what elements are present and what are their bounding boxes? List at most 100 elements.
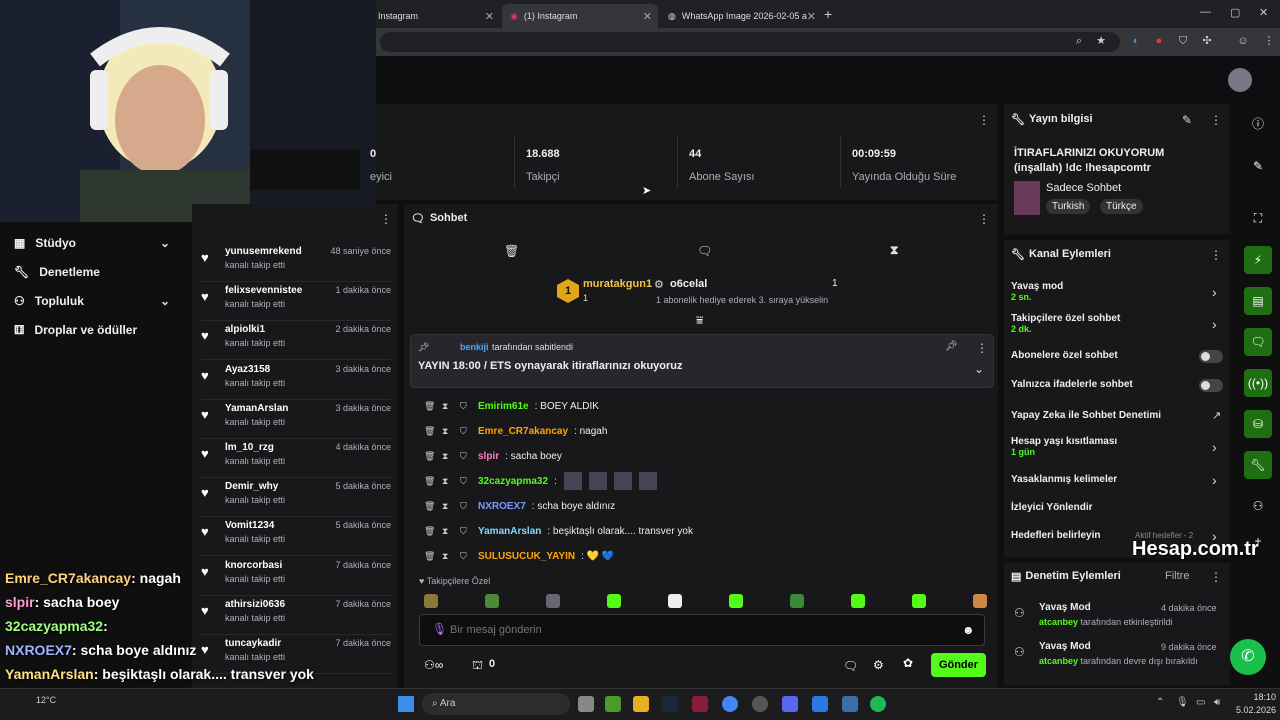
file-explorer-icon[interactable] — [633, 696, 649, 712]
trash-icon[interactable]: 🗑︎ — [424, 526, 436, 537]
wrench-icon[interactable]: 🔧︎ — [1244, 451, 1272, 479]
new-tab-button[interactable]: + — [824, 6, 832, 22]
send-button[interactable]: Gönder — [931, 653, 986, 677]
chevron-up-icon[interactable]: ⌃ — [1156, 697, 1164, 708]
gifter-name[interactable]: o6celal — [670, 278, 707, 290]
more-options-icon[interactable]: ⋮ — [1210, 113, 1222, 127]
trash-icon[interactable]: 🗑︎ — [424, 501, 436, 512]
hourglass-icon[interactable]: ⧗ — [442, 401, 454, 412]
channel-action-item[interactable]: Yavaş mod 2 sn. — [1011, 281, 1211, 302]
trash-icon[interactable]: 🗑︎ — [424, 426, 436, 437]
trash-icon[interactable]: 🗑︎ — [424, 451, 436, 462]
close-icon[interactable]: ✕ — [807, 10, 816, 23]
mod-action-user[interactable]: atcanbey — [1039, 617, 1078, 627]
hourglass-icon[interactable]: ⧗ — [442, 451, 454, 462]
activity-row[interactable]: ♥ YamanArslan kanalı takip etti 3 dakika ön… — [201, 401, 391, 439]
menu-icon[interactable]: ⋮ — [1262, 34, 1276, 48]
tag-chip[interactable]: Türkçe — [1100, 199, 1143, 214]
channel-action-item[interactable]: Yasaklanmış kelimeler — [1011, 474, 1211, 485]
tab-instagram[interactable]: Instagram ✕ — [370, 4, 500, 28]
filter-button[interactable]: Filtre — [1165, 570, 1189, 582]
activity-row[interactable]: ♥ knorcorbasi kanalı takip etti 7 dakika ön… — [201, 558, 391, 596]
emote-button[interactable] — [790, 594, 804, 608]
chat-username[interactable]: 32cazyapma32 — [478, 476, 548, 487]
obs-icon[interactable] — [752, 696, 768, 712]
follower-name[interactable]: yunusemrekend — [225, 246, 302, 257]
channel-action-item[interactable]: Takipçilere özel sohbet 2 dk. — [1011, 313, 1211, 334]
chat-bubble-icon[interactable]: 🗨︎ — [1244, 328, 1272, 356]
follower-name[interactable]: alpiolki1 — [225, 324, 265, 335]
follower-name[interactable]: tuncaykadir — [225, 638, 281, 649]
broadcast-icon[interactable]: ((•)) — [1244, 369, 1272, 397]
zoom-icon[interactable]: ⌕ — [1072, 34, 1086, 48]
tab-instagram-active[interactable]: ◉ (1) Instagram ✕ — [502, 4, 658, 28]
external-link-icon[interactable]: ↗ — [1212, 409, 1221, 422]
pinned-by-user[interactable]: benkiji — [460, 342, 489, 352]
archive-icon[interactable]: ⛁ — [1244, 410, 1272, 438]
nav-drops[interactable]: ⚅ Droplar ve ödüller — [14, 320, 137, 340]
activity-row[interactable]: ♥ Demir_why kanalı takip etti 5 dakika önce — [201, 479, 391, 518]
chrome-icon[interactable] — [722, 696, 738, 712]
extension-icon[interactable]: ◖ — [1128, 34, 1142, 48]
follower-name[interactable]: Vomit1234 — [225, 520, 274, 531]
network-icon[interactable]: ▭ — [1196, 697, 1205, 708]
chat-bubble-icon[interactable]: 🗨︎ — [843, 659, 858, 673]
mod-action-user[interactable]: atcanbey — [1039, 656, 1078, 666]
gear-icon[interactable]: ⚙︎ — [873, 658, 884, 672]
document-icon[interactable]: ▤ — [1244, 287, 1272, 315]
maximize-button[interactable]: ▢ — [1230, 6, 1240, 19]
microphone-icon[interactable]: 🎙︎ — [1176, 697, 1189, 708]
emoji-icon[interactable]: ☻ — [962, 623, 975, 637]
emote-button[interactable] — [668, 594, 682, 608]
extension-icon[interactable]: ● — [1152, 34, 1166, 48]
close-icon[interactable]: ✕ — [643, 10, 652, 23]
follower-name[interactable]: lm_10_rzg — [225, 442, 274, 453]
activity-row[interactable]: ♥ lm_10_rzg kanalı takip etti 4 dakika önce — [201, 440, 391, 478]
channel-action-item[interactable]: Yalnızca ifadelerle sohbet — [1011, 379, 1211, 390]
emote-button[interactable] — [912, 594, 926, 608]
screen-icon[interactable]: ⛶ — [1244, 204, 1272, 232]
gift-icon[interactable]: ⛫ — [472, 658, 483, 674]
chevron-right-icon[interactable]: › — [1212, 439, 1217, 455]
hourglass-icon[interactable]: ⧗ — [890, 243, 898, 258]
unpin-icon[interactable]: 📌︎ — [945, 341, 958, 352]
discord-icon[interactable] — [782, 696, 798, 712]
trash-icon[interactable]: 🗑︎ — [424, 476, 436, 487]
follower-name[interactable]: Ayaz3158 — [225, 364, 270, 375]
app-icon[interactable] — [692, 696, 708, 712]
chat-message-input[interactable] — [450, 620, 950, 640]
channel-action-item[interactable]: Hesap yaşı kısıtlaması 1 gün — [1011, 436, 1211, 457]
emote-icon[interactable]: ✿ — [903, 656, 913, 670]
leader-name[interactable]: muratakgun1 — [583, 278, 652, 290]
tab-whatsapp[interactable]: ◍ WhatsApp Image 2026-02-05 a ✕ — [660, 4, 822, 28]
follower-name[interactable]: felixsevennistee — [225, 285, 302, 296]
follower-name[interactable]: YamanArslan — [225, 403, 288, 414]
emote-button[interactable] — [546, 594, 560, 608]
collapse-icon[interactable]: ⩸ — [696, 313, 703, 328]
pencil-icon[interactable]: ✎ — [1244, 152, 1272, 180]
windows-start-icon[interactable] — [398, 696, 414, 712]
more-options-icon[interactable]: ⋮ — [976, 341, 988, 355]
hourglass-icon[interactable]: ⧗ — [442, 526, 454, 537]
activity-row[interactable]: ♥ felixsevennistee kanalı takip etti 1 daki… — [201, 283, 391, 322]
lightning-icon[interactable]: ⚡︎ — [1244, 246, 1272, 274]
activity-row[interactable]: ♥ yunusemrekend kanalı takip etti 48 saniye… — [201, 244, 391, 282]
notepad-icon[interactable] — [812, 696, 828, 712]
chat-username[interactable]: YamanArslan — [478, 526, 541, 537]
avatar[interactable] — [1228, 68, 1252, 92]
more-options-icon[interactable]: ⋮ — [978, 212, 990, 226]
channel-action-item[interactable]: İzleyici Yönlendir — [1011, 502, 1211, 513]
chat-username[interactable]: slpir — [478, 451, 499, 462]
profile-icon[interactable]: ☺ — [1236, 34, 1250, 48]
channel-action-item[interactable]: Yapay Zeka ile Sohbet Denetimi — [1011, 410, 1211, 421]
hourglass-icon[interactable]: ⧗ — [442, 476, 454, 487]
chevron-right-icon[interactable]: › — [1212, 316, 1217, 332]
emote-button[interactable] — [729, 594, 743, 608]
puzzle-icon[interactable]: ✣ — [1200, 34, 1214, 48]
chat-username[interactable]: SULUSUCUK_YAYIN — [478, 551, 575, 562]
spotify-icon[interactable] — [870, 696, 886, 712]
channel-action-item[interactable]: Abonelere özel sohbet — [1011, 350, 1211, 361]
emote-button[interactable] — [851, 594, 865, 608]
hourglass-icon[interactable]: ⧗ — [442, 551, 454, 562]
chevron-right-icon[interactable]: › — [1212, 472, 1217, 488]
